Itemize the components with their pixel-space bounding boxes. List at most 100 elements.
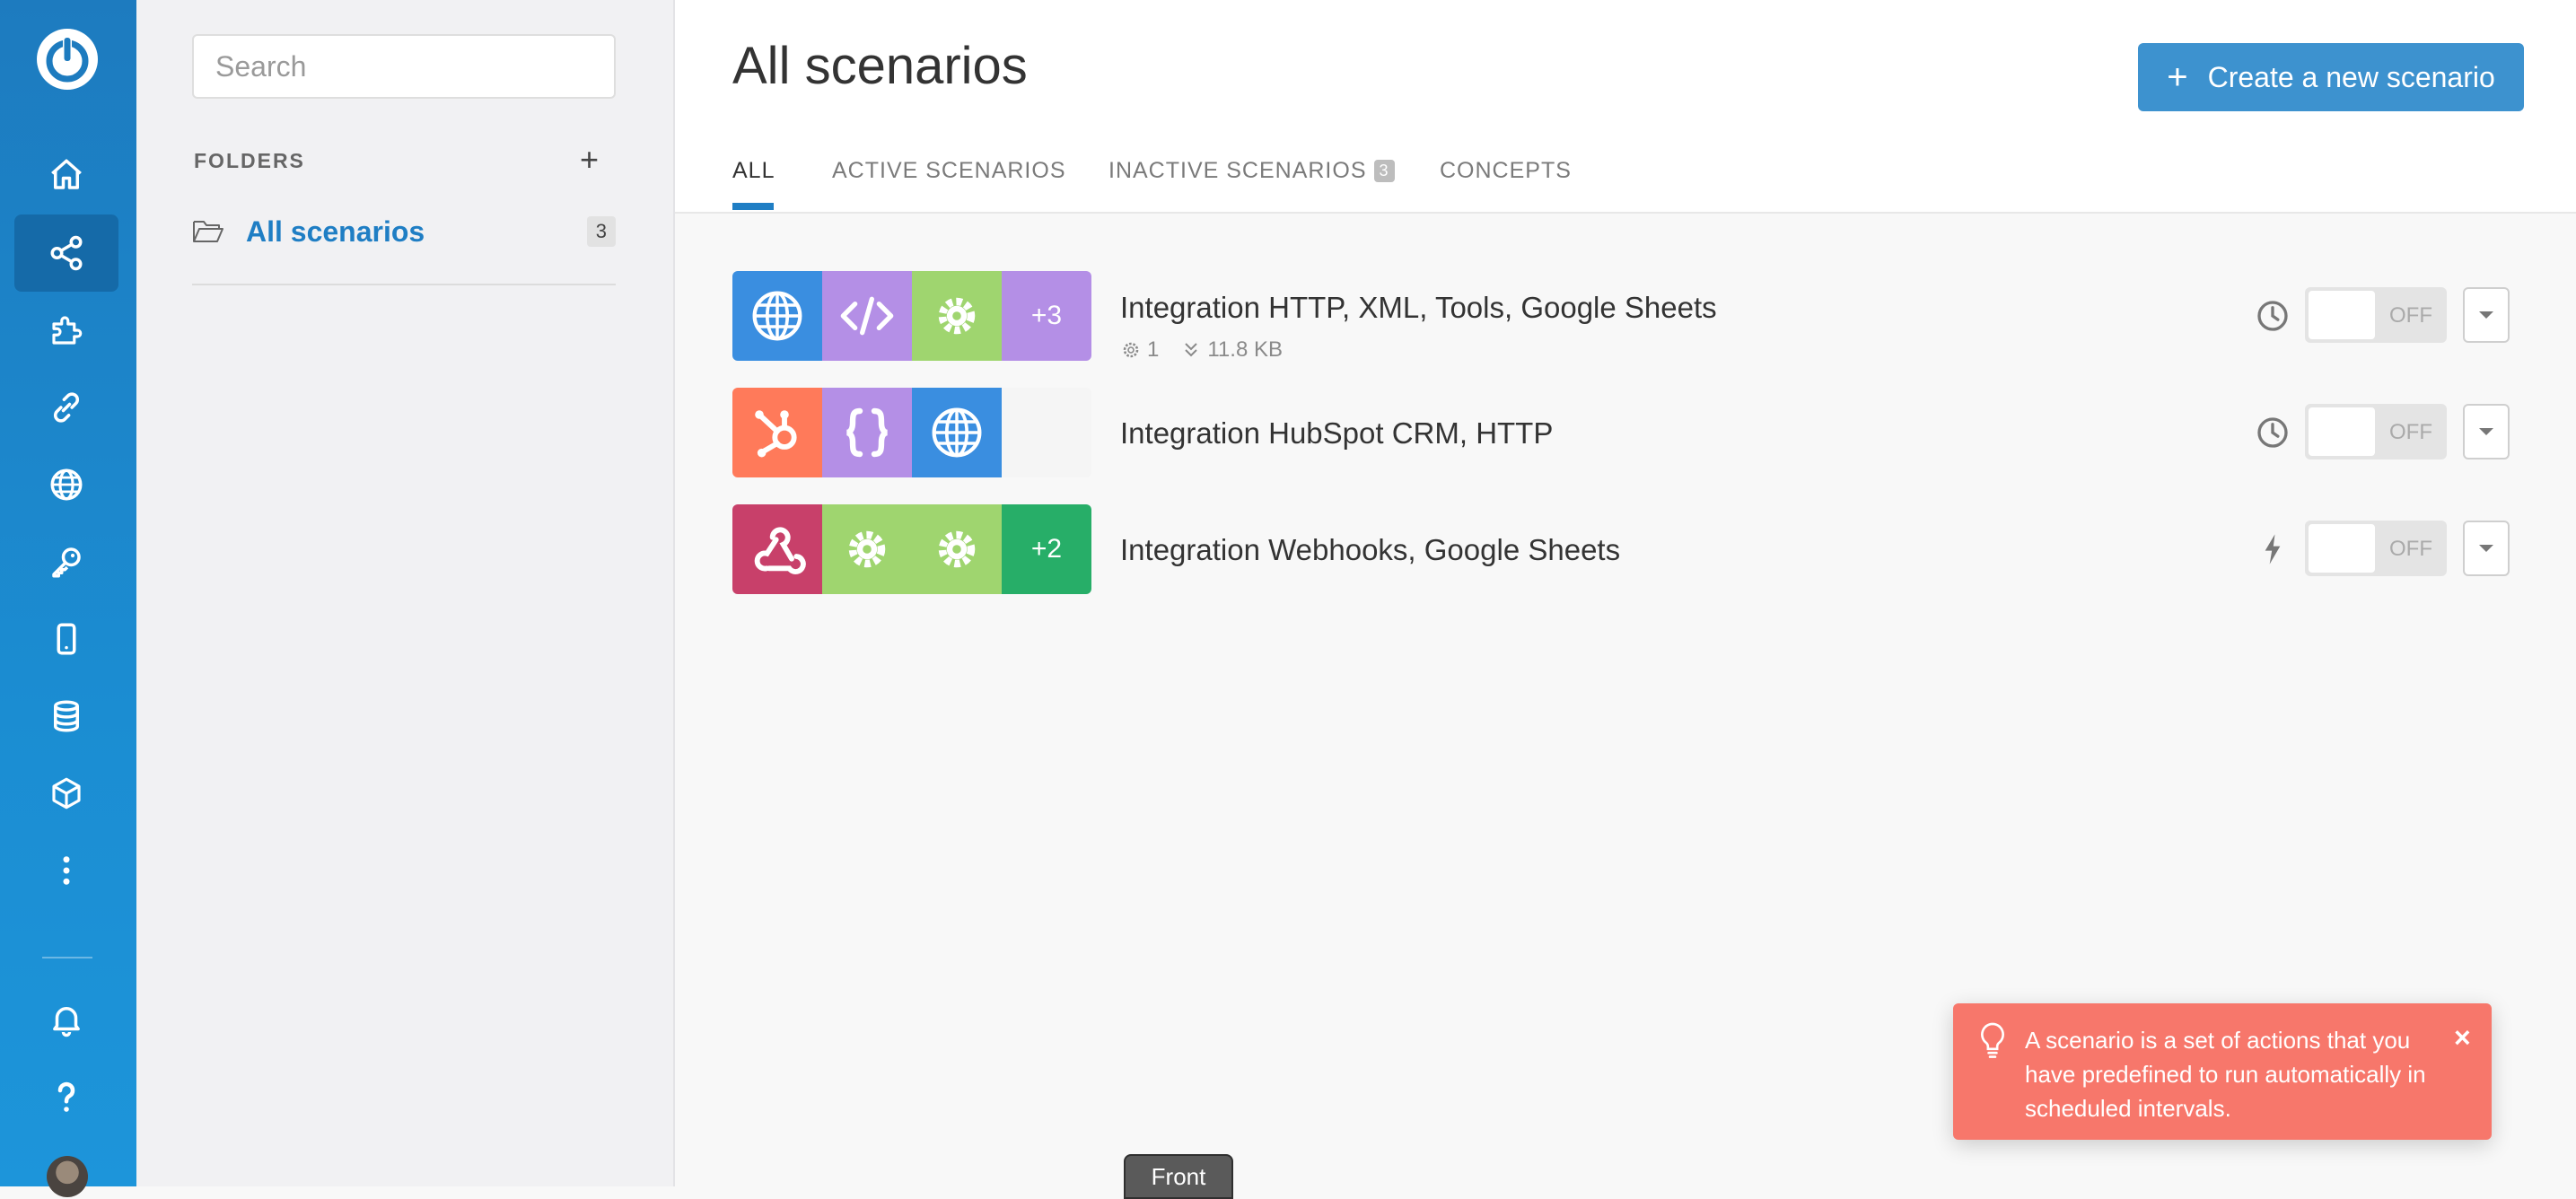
toggle-knob [2309, 524, 2375, 573]
tab-active-scenarios[interactable]: ACTIVE SCENARIOS [832, 158, 1066, 184]
share-icon [50, 235, 83, 271]
key-icon [52, 547, 81, 578]
nav-webhooks[interactable] [14, 446, 118, 523]
tile-tools [822, 504, 912, 594]
front-tab[interactable]: Front [1124, 1154, 1233, 1199]
rail-divider [42, 957, 92, 958]
tile-more-count: +2 [1002, 504, 1091, 594]
folder-open-icon [193, 221, 223, 242]
tile-hubspot [732, 388, 822, 477]
tab-label: INACTIVE SCENARIOS [1108, 158, 1367, 183]
search-input[interactable] [192, 34, 616, 99]
puzzle-icon [52, 316, 83, 345]
lightning-icon[interactable] [2255, 531, 2291, 567]
panel-divider [192, 284, 616, 285]
chevron-down-icon [2479, 428, 2493, 435]
page-title: All scenarios [732, 37, 1028, 95]
toggle-knob [2309, 291, 2375, 339]
nav-devices[interactable] [14, 600, 118, 678]
nav-templates[interactable] [14, 292, 118, 369]
operations-count: 1 [1147, 337, 1160, 362]
scenario-module-tiles: +2 [732, 504, 1091, 594]
close-icon[interactable]: × [2454, 1023, 2471, 1052]
operations-gear-icon [1123, 342, 1139, 358]
folder-count-badge: 3 [586, 216, 616, 247]
globe-icon [50, 468, 83, 501]
tile-json [822, 388, 912, 477]
toggle-state-label: OFF [2389, 537, 2432, 561]
nav-data-structures[interactable] [14, 755, 118, 832]
scenario-toggle[interactable]: OFF [2305, 404, 2447, 459]
gear-icon [938, 297, 976, 335]
tile-xml [822, 271, 912, 361]
scenario-name[interactable]: Integration Webhooks, Google Sheets [1120, 533, 1620, 567]
add-folder-button[interactable]: + [580, 144, 599, 176]
scenario-options-dropdown[interactable] [2463, 404, 2510, 459]
tab-inactive-scenarios[interactable]: INACTIVE SCENARIOS 3 [1108, 158, 1395, 184]
scenario-row[interactable]: +2 Integration Webhooks, Google Sheets O… [732, 504, 2528, 594]
nav-more[interactable] [14, 832, 118, 909]
toggle-state-label: OFF [2389, 303, 2432, 328]
gear-icon [938, 530, 976, 568]
clock-icon[interactable] [2255, 415, 2291, 451]
scenario-meta: 1 11.8 KB [1120, 337, 1283, 363]
data-size: 11.8 KB [1207, 337, 1283, 362]
tile-http [732, 271, 822, 361]
folder-item-all-scenarios[interactable]: All scenarios 3 [192, 208, 616, 255]
toggle-state-label: OFF [2389, 420, 2432, 444]
cube-icon [52, 777, 81, 810]
main-navigation-rail [0, 0, 136, 1197]
tile-empty [1002, 388, 1091, 477]
scenario-options-dropdown[interactable] [2463, 521, 2510, 576]
folders-heading: FOLDERS [194, 149, 305, 172]
nav-home[interactable] [14, 136, 118, 214]
scenario-name[interactable]: Integration HubSpot CRM, HTTP [1120, 416, 1553, 451]
more-vertical-icon [63, 856, 70, 885]
scenario-row[interactable]: Integration HubSpot CRM, HTTP OFF [732, 388, 2528, 477]
lightbulb-icon [1981, 1022, 2004, 1058]
scenario-toggle[interactable]: OFF [2305, 521, 2447, 576]
help-icon [57, 1081, 75, 1112]
gear-icon [848, 530, 886, 568]
home-icon [51, 159, 82, 189]
tab-label: ALL [732, 158, 775, 183]
chevron-down-icon [2479, 545, 2493, 552]
tab-label: ACTIVE SCENARIOS [832, 158, 1066, 183]
webhook-icon [754, 527, 806, 574]
tip-text: A scenario is a set of actions that you … [2025, 1027, 2426, 1122]
braces-icon [846, 407, 889, 458]
folder-name: All scenarios [246, 214, 425, 248]
active-tab-indicator [732, 203, 774, 210]
bell-icon [53, 1007, 80, 1037]
scenario-options-dropdown[interactable] [2463, 287, 2510, 343]
globe-icon [752, 291, 802, 341]
nav-help[interactable] [14, 1058, 118, 1135]
scenario-row[interactable]: +3 Integration HTTP, XML, Tools, Google … [732, 271, 2528, 363]
app-logo-icon[interactable] [33, 25, 101, 93]
folder-panel [136, 0, 675, 1186]
nav-keys[interactable] [14, 523, 118, 600]
avatar[interactable] [47, 1156, 88, 1197]
tab-count-badge: 3 [1373, 160, 1395, 182]
nav-scenarios[interactable] [14, 214, 118, 292]
scenario-toggle[interactable]: OFF [2305, 287, 2447, 343]
plus-icon: + [2167, 57, 2188, 97]
chevron-down-icon [2479, 311, 2493, 319]
scenario-module-tiles [732, 388, 1091, 477]
create-scenario-button[interactable]: + Create a new scenario [2138, 43, 2524, 111]
nav-notifications[interactable] [14, 981, 118, 1058]
mobile-icon [57, 623, 76, 655]
tile-more-count: +3 [1002, 271, 1091, 361]
scenario-module-tiles: +3 [732, 271, 1091, 361]
link-icon [54, 392, 79, 423]
clock-icon[interactable] [2255, 298, 2291, 334]
nav-connections[interactable] [14, 369, 118, 446]
nav-data-stores[interactable] [14, 678, 118, 755]
tab-label: CONCEPTS [1440, 158, 1572, 183]
tab-concepts[interactable]: CONCEPTS [1440, 158, 1572, 184]
tab-all[interactable]: ALL [732, 158, 775, 184]
tile-tools [912, 504, 1002, 594]
hubspot-icon [755, 410, 797, 458]
tip-toast: A scenario is a set of actions that you … [1953, 1003, 2492, 1140]
scenario-name[interactable]: Integration HTTP, XML, Tools, Google She… [1120, 291, 1717, 325]
